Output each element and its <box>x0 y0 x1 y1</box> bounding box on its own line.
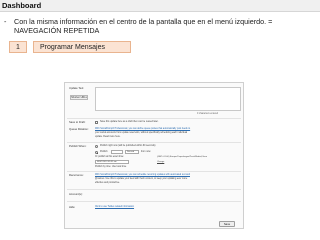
queue-text-3: update. Read more here. <box>95 136 121 138</box>
step-number-box: 1 <box>9 41 27 53</box>
page-title: Dashboard <box>2 1 42 10</box>
update-text-label: Update Text: <box>69 87 85 90</box>
save-to-drafts-label: Save to Draft: <box>69 121 86 124</box>
step-title-box: Programar Mensajes <box>33 41 131 53</box>
publish-now-radio[interactable] <box>95 145 98 148</box>
save-to-drafts-checkbox[interactable] <box>95 121 98 124</box>
note-line-1: Con la misma información en el centro de… <box>14 17 273 26</box>
publish-hint: Publish by time: Use local time <box>95 166 127 168</box>
hide-link[interactable]: Click to use Twitter-related information <box>95 206 134 208</box>
recurrence-label: Recurrence: <box>69 174 84 177</box>
recurrence-text-2: @names. Use this to update your feed wit… <box>95 178 188 180</box>
save-to-drafts-text: Save this update here as a draft then ca… <box>100 121 159 123</box>
save-button[interactable]: Save <box>219 221 235 227</box>
timezone-change-link[interactable]: Change <box>157 161 164 163</box>
publish-at-radio[interactable] <box>95 151 98 154</box>
dashboard-header: Dashboard <box>0 0 320 12</box>
shorten-urls-button[interactable]: Shorten URLs <box>70 95 88 100</box>
publish-now-text: Publish right now (will be published wit… <box>100 145 156 147</box>
hide-label: Hide: <box>69 206 76 209</box>
update-text-area[interactable] <box>95 87 241 111</box>
divider <box>67 189 241 190</box>
schedule-form-panel: Update Text: Shorten URLs 0 characters e… <box>64 82 244 229</box>
divider <box>67 142 241 143</box>
publish-period-select[interactable]: Second <box>125 150 139 154</box>
note-line-2: NAVEGACIÓN REPETIDA <box>14 26 100 35</box>
queue-text-2: your social accounts from update reservo… <box>95 132 188 134</box>
recurrence-text-3: effective and productive. <box>95 182 120 184</box>
publish-from-now-text: from now <box>141 151 151 153</box>
publish-at-text: Publish <box>100 151 108 153</box>
queue-text-1[interactable]: With SocialOomph Professional, you can d… <box>95 128 190 130</box>
recurrence-text-1[interactable]: With SocialOomph Professional, you can s… <box>95 174 190 176</box>
publish-exact-time-text: Or publish at this exact time: <box>95 156 124 158</box>
publish-amount-input[interactable] <box>111 150 123 154</box>
divider <box>67 118 241 119</box>
queue-label: Queue Rotation: <box>69 128 89 131</box>
divider <box>67 201 241 202</box>
character-counter: 0 characters entered <box>197 113 219 115</box>
timezone-note: (GMT+01:00) Europe/Copenhagen/Paris/Madr… <box>157 156 208 158</box>
publish-datetime-input[interactable]: 08/07/2013 09:31 am <box>95 160 129 164</box>
note-bullet: - <box>4 17 7 26</box>
account-label: Account(s): <box>69 193 83 196</box>
divider <box>67 171 241 172</box>
publish-when-label: Publish When: <box>69 145 87 148</box>
